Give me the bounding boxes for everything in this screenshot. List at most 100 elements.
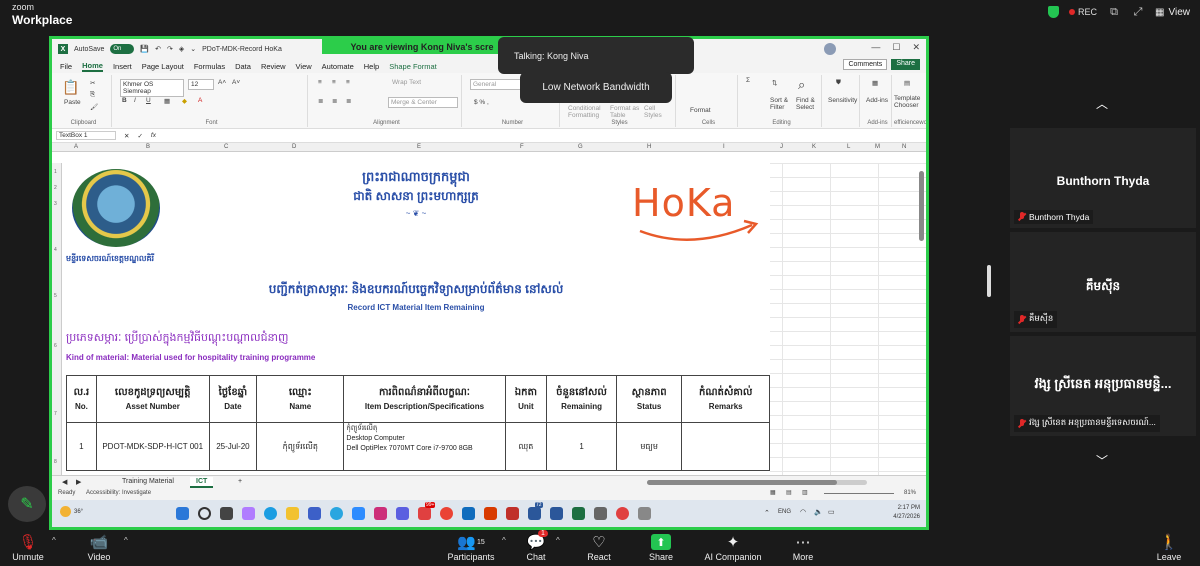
qa-more-icon[interactable]: ⌄ [190, 45, 196, 53]
col-j[interactable]: J [780, 144, 783, 150]
chat-caret-icon[interactable]: ^ [556, 536, 560, 545]
borders-icon[interactable]: ▦ [164, 97, 170, 105]
undo-icon[interactable]: ↶ [155, 45, 161, 53]
font-color-icon[interactable]: A [198, 97, 202, 104]
redo-icon[interactable]: ↷ [167, 45, 173, 53]
tray-chevron-icon[interactable]: ⌃ [764, 509, 770, 517]
outlook-icon[interactable] [462, 507, 475, 520]
menu-formulas[interactable]: Formulas [194, 62, 225, 71]
cell-remaining[interactable]: 1 [546, 422, 617, 471]
annotate-pencil-icon[interactable]: ✎ [8, 486, 46, 522]
account-avatar[interactable] [824, 43, 836, 55]
participants-caret-icon[interactable]: ^ [502, 536, 506, 545]
page-break-view-icon[interactable]: ▥ [802, 489, 808, 496]
align-left-icon[interactable]: ≣ [318, 97, 323, 105]
participant-tile[interactable]: វង្ស ស្រីនេត អនុប្រធានមន្ទិ... វង្ស ស្រី… [1010, 336, 1196, 436]
app-gray-icon[interactable] [594, 507, 607, 520]
encryption-shield-icon[interactable] [1048, 6, 1060, 18]
wifi-icon[interactable]: ◠ [800, 508, 806, 516]
sort-icon[interactable]: ⇅ [772, 79, 777, 87]
cut-icon[interactable]: ✂ [90, 79, 95, 87]
audio-caret-icon[interactable]: ^ [52, 536, 56, 545]
more-button[interactable]: ⋯ More [788, 532, 818, 562]
row-1[interactable]: 1 [54, 169, 57, 175]
row-4[interactable]: 4 [54, 247, 57, 253]
header-remaining[interactable]: ចំនួននៅសល់ Remaining [546, 375, 617, 423]
currency-icon[interactable]: $ % , [474, 99, 489, 106]
col-d[interactable]: D [292, 144, 296, 150]
copilot-icon[interactable] [242, 507, 255, 520]
snipping-icon[interactable] [638, 507, 651, 520]
menu-home[interactable]: Home [82, 61, 103, 72]
low-bandwidth-notice[interactable]: Low Network Bandwidth [520, 72, 672, 103]
header-remarks[interactable]: កំណត់សំគាល់ Remarks [681, 375, 770, 423]
sensitivity-button[interactable]: Sensitivity [828, 97, 857, 104]
leave-button[interactable]: 🚶 Leave [1152, 532, 1186, 562]
col-n[interactable]: N [902, 144, 906, 150]
cancel-icon[interactable]: ✕ [124, 132, 129, 140]
header-no[interactable]: ល.រ No. [66, 375, 97, 423]
col-i[interactable]: I [723, 144, 725, 150]
autosum-icon[interactable]: Σ [746, 77, 750, 84]
row-5[interactable]: 5 [54, 293, 57, 299]
font-name-select[interactable]: Khmer OS Siemreap [120, 79, 184, 97]
col-b[interactable]: B [146, 144, 150, 150]
video-button[interactable]: 📹 Video [84, 532, 114, 562]
cell-name[interactable]: កុំព្យូទ័រលើតុ [256, 422, 345, 471]
col-g[interactable]: G [578, 144, 583, 150]
page-layout-view-icon[interactable]: ▤ [786, 489, 792, 496]
weather-widget[interactable]: 36° [60, 506, 83, 517]
row-8[interactable]: 8 [54, 459, 57, 465]
view-button[interactable]: ▦ View [1155, 7, 1190, 18]
menu-file[interactable]: File [60, 62, 72, 71]
bold-icon[interactable]: B [122, 97, 127, 104]
participant-tile[interactable]: គឹមសុីន គឹមសុីន [1010, 232, 1196, 332]
teams-icon[interactable] [308, 507, 321, 520]
col-m[interactable]: M [875, 144, 880, 150]
gallery-down-chevron-icon[interactable]: ﹀ [1095, 452, 1109, 468]
merge-center-button[interactable]: Merge & Center [388, 97, 458, 108]
powerpoint-icon[interactable] [484, 507, 497, 520]
save-icon[interactable]: 💾 [140, 45, 149, 53]
add-sheet-icon[interactable]: + [232, 477, 248, 486]
maximize-icon[interactable]: ☐ [892, 42, 900, 53]
align-right-icon[interactable]: ≣ [346, 97, 351, 105]
paste-icon[interactable]: 📋 [62, 79, 79, 96]
name-box[interactable]: TextBox 1 [56, 131, 116, 140]
minimize-icon[interactable]: — [871, 42, 880, 53]
menu-shape-format[interactable]: Shape Format [389, 62, 437, 71]
tab-training-material[interactable]: Training Material [116, 477, 180, 486]
font-shrink-icon[interactable]: A˅ [232, 79, 240, 86]
close-icon[interactable]: ✕ [912, 42, 920, 53]
col-a[interactable]: A [74, 144, 78, 150]
font-size-select[interactable]: 12 [188, 79, 214, 90]
col-c[interactable]: C [224, 144, 228, 150]
app-pink-icon[interactable] [374, 507, 387, 520]
ai-companion-button[interactable]: ✦ AI Companion [700, 532, 766, 562]
cell-unit[interactable]: ឈុត [504, 422, 548, 471]
wrap-text-button[interactable]: Wrap Text [392, 79, 421, 86]
cell-no[interactable]: 1 [66, 422, 97, 471]
cell-remarks[interactable] [681, 422, 770, 471]
menu-view[interactable]: View [296, 62, 312, 71]
excel-task-icon[interactable] [572, 507, 585, 520]
unmute-button[interactable]: 🎙 Unmute [10, 532, 46, 562]
align-center-icon[interactable]: ≣ [332, 97, 337, 105]
format-painter-icon[interactable]: 🖌 [90, 103, 98, 111]
share-screen-button[interactable]: ⬆ Share [646, 532, 676, 562]
video-caret-icon[interactable]: ^ [124, 536, 128, 545]
align-bottom-icon[interactable]: ≡ [346, 79, 350, 86]
language-indicator[interactable]: ENG [778, 509, 791, 515]
react-button[interactable]: ♡ React [584, 532, 614, 562]
excel-share-button[interactable]: Share [891, 59, 920, 70]
gallery-up-chevron-icon[interactable]: ︿ [1095, 95, 1109, 111]
format-as-table-button[interactable]: Format as Table [610, 105, 640, 119]
addins-button[interactable]: Add-ins [866, 97, 888, 104]
autosave-toggle[interactable]: On [110, 44, 135, 54]
header-unit[interactable]: ឯកតា Unit [504, 375, 548, 423]
align-middle-icon[interactable]: ≡ [332, 79, 336, 86]
file-explorer-icon[interactable] [286, 507, 299, 520]
word-icon[interactable]: 72 [528, 502, 543, 520]
header-name[interactable]: ឈ្មោះ Name [256, 375, 345, 423]
chat-button[interactable]: 💬 1 Chat [522, 530, 550, 562]
